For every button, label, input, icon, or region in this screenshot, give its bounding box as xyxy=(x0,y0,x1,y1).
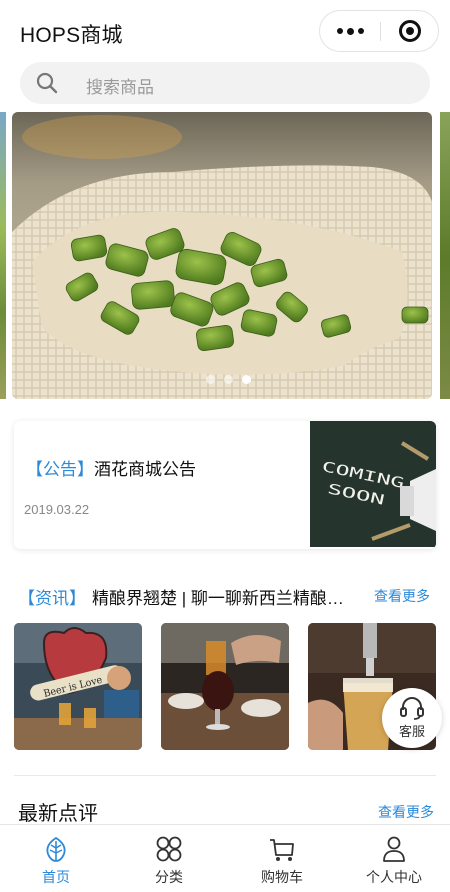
search-icon xyxy=(36,72,58,94)
user-icon xyxy=(383,836,405,862)
tab-category-label: 分类 xyxy=(155,869,183,885)
customer-service-button[interactable]: 客服 xyxy=(382,688,442,748)
news-image-row: Beer is Love xyxy=(0,623,450,751)
beer-is-love-photo: Beer is Love xyxy=(14,623,142,750)
tab-category[interactable]: 分类 xyxy=(113,825,225,892)
hops-sack-image xyxy=(12,112,432,399)
search-input[interactable]: 搜索商品 xyxy=(86,73,154,98)
next-slide-peek xyxy=(440,112,450,399)
page-title: HOPS商城 xyxy=(20,24,123,47)
notice-date: 2019.03.22 xyxy=(24,502,90,517)
banner-slide-hops[interactable] xyxy=(12,112,432,399)
notice-tag: 【公告】 xyxy=(26,460,94,479)
leaf-icon xyxy=(46,836,66,862)
previous-slide-peek xyxy=(0,112,6,399)
carousel-dot-active[interactable] xyxy=(241,375,251,384)
section-divider xyxy=(14,775,436,776)
top-bar: HOPS商城 xyxy=(0,0,450,62)
beer-table-photo xyxy=(161,623,289,750)
notice-card[interactable]: 【公告】 酒花商城公告 2019.03.22 COMING SOON xyxy=(14,421,436,549)
bottom-tab-bar: 首页 分类 购物车 个人中心 xyxy=(0,824,450,892)
grid-icon xyxy=(156,836,182,862)
tab-home[interactable]: 首页 xyxy=(0,825,112,892)
news-image-2[interactable] xyxy=(161,623,289,750)
reviews-heading: 最新点评 xyxy=(18,803,98,825)
mini-program-capsule xyxy=(319,10,439,52)
tab-profile-label: 个人中心 xyxy=(366,869,422,885)
close-target-icon[interactable] xyxy=(381,11,439,51)
notice-thumbnail: COMING SOON xyxy=(310,421,436,547)
cart-icon xyxy=(270,839,294,861)
news-header: 【资讯】 精酿界翘楚 | 聊一聊新西兰精酿… 查看更多 xyxy=(0,580,450,610)
tab-home-label: 首页 xyxy=(42,869,70,885)
reviews-view-more-link[interactable]: 查看更多 xyxy=(378,802,434,822)
tab-profile[interactable]: 个人中心 xyxy=(338,825,450,892)
news-image-1[interactable]: Beer is Love xyxy=(14,623,142,750)
customer-service-label: 客服 xyxy=(398,724,425,739)
tab-cart-label: 购物车 xyxy=(261,869,303,885)
banner-carousel[interactable] xyxy=(0,112,450,399)
news-tag: 【资讯】 xyxy=(18,589,86,608)
reviews-header: 最新点评 查看更多 xyxy=(0,795,450,825)
carousel-indicator xyxy=(0,375,450,384)
carousel-dot[interactable] xyxy=(223,375,233,384)
search-bar[interactable]: 搜索商品 xyxy=(20,62,430,104)
more-options-icon[interactable] xyxy=(320,11,380,51)
coming-soon-image: COMING SOON xyxy=(310,421,436,547)
headset-icon xyxy=(400,697,424,720)
carousel-dot[interactable] xyxy=(205,375,215,384)
news-view-more-link[interactable]: 查看更多 xyxy=(374,586,430,606)
news-title[interactable]: 精酿界翘楚 | 聊一聊新西兰精酿… xyxy=(92,584,357,609)
notice-title[interactable]: 酒花商城公告 xyxy=(94,455,196,480)
tab-cart[interactable]: 购物车 xyxy=(226,825,338,892)
